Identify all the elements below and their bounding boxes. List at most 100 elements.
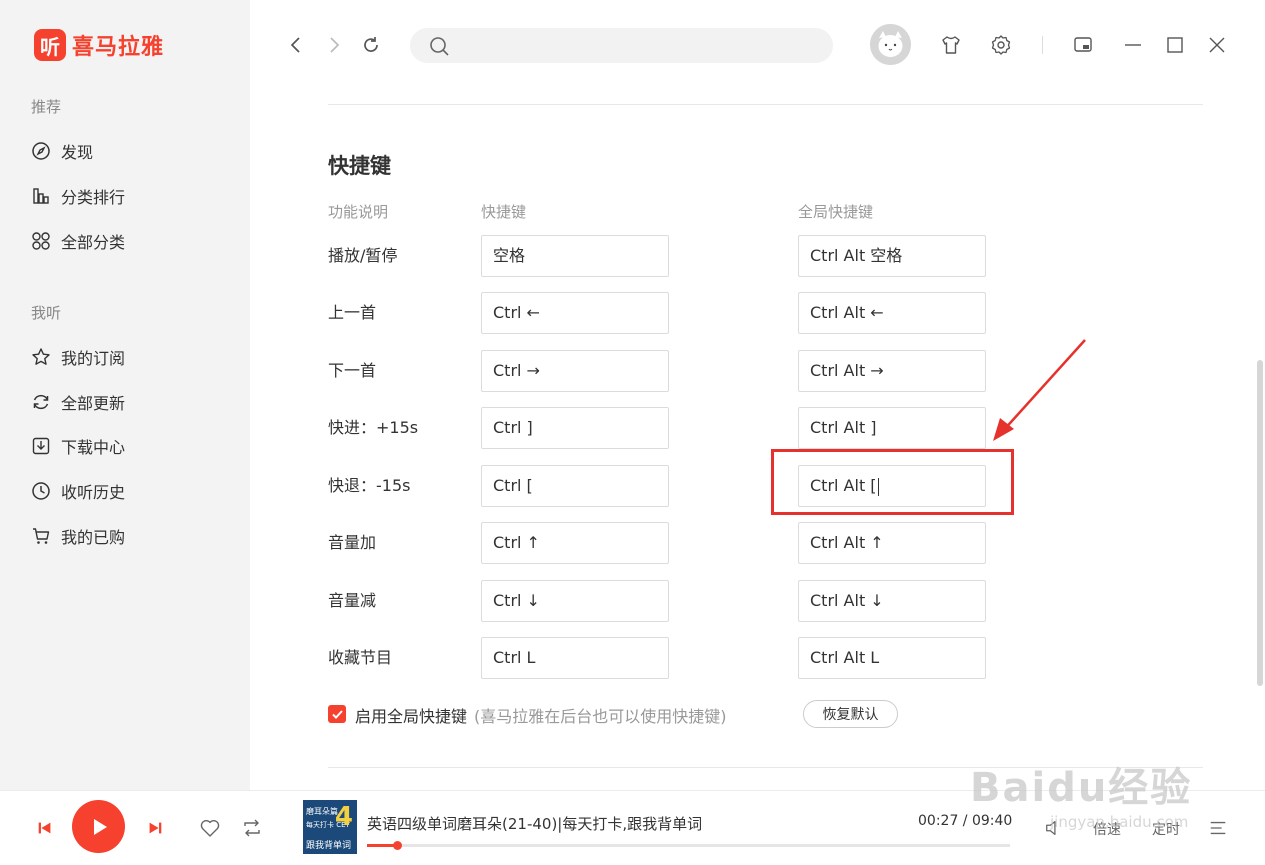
grid-icon	[31, 231, 51, 251]
star-icon	[31, 347, 51, 367]
sidebar-item-label: 我的订阅	[61, 349, 126, 368]
sidebar-item-label: 我的已购	[61, 528, 126, 547]
sidebar-item-label: 下载中心	[61, 438, 126, 457]
sidebar: 听 喜马拉雅 推荐 发现 分类排行 全部分类 我听 我的订阅 全部更新 下载中心…	[0, 0, 250, 790]
sleep-timer-button[interactable]: 定时	[1152, 819, 1180, 839]
shortcut-field-favorite[interactable]: Ctrl L	[481, 637, 669, 679]
global-shortcut-field-fast-forward[interactable]: Ctrl Alt ]	[798, 407, 986, 449]
reset-default-button[interactable]: 恢复默认	[803, 700, 898, 728]
logo-mark: 听	[34, 29, 66, 61]
progress-bar[interactable]	[367, 841, 1010, 850]
scrollbar-thumb[interactable]	[1257, 360, 1263, 686]
avatar[interactable]	[870, 24, 911, 65]
cart-icon	[31, 526, 51, 546]
sidebar-item-history[interactable]: 收听历史	[31, 479, 125, 503]
shortcut-label-volume-down: 音量减	[328, 591, 377, 610]
cover-number: 4	[334, 802, 353, 832]
progress-handle[interactable]	[393, 841, 403, 850]
col-head-shortcut: 快捷键	[481, 203, 527, 221]
settings-gear-icon[interactable]	[989, 33, 1013, 57]
section-mine: 我听	[31, 304, 62, 322]
shortcut-label-next: 下一首	[328, 361, 377, 380]
search-bar[interactable]	[410, 28, 833, 63]
play-button[interactable]	[72, 800, 125, 853]
shortcut-label-favorite: 收藏节目	[328, 648, 393, 667]
refresh-icon	[31, 392, 51, 412]
enable-global-shortcuts-hint: (喜马拉雅在后台也可以使用快捷键)	[474, 707, 727, 726]
shortcut-field-next[interactable]: Ctrl →	[481, 350, 669, 392]
shortcut-field-play-pause[interactable]: 空格	[481, 235, 669, 277]
shortcut-field-volume-down[interactable]: Ctrl ↓	[481, 580, 669, 622]
player-bar: 磨耳朵篇 每天打卡 CET 4 跟我背单词 英语四级单词磨耳朵(21-40)|每…	[0, 790, 1265, 865]
sidebar-item-all-categories[interactable]: 全部分类	[31, 229, 125, 253]
shortcut-field-rewind[interactable]: Ctrl [	[481, 465, 669, 507]
sidebar-item-discover[interactable]: 发现	[31, 139, 93, 163]
sidebar-item-updates[interactable]: 全部更新	[31, 390, 125, 414]
page-title: 快捷键	[328, 154, 391, 178]
playback-time: 00:27 / 09:40	[918, 813, 1013, 829]
global-shortcut-field-next[interactable]: Ctrl Alt →	[798, 350, 986, 392]
global-shortcut-field-volume-down[interactable]: Ctrl Alt ↓	[798, 580, 986, 622]
annotation-highlight-box	[771, 449, 1014, 515]
heart-icon[interactable]	[198, 816, 222, 840]
playlist-icon[interactable]	[1207, 817, 1229, 839]
minimize-icon[interactable]	[1121, 33, 1145, 57]
next-track-icon[interactable]	[144, 817, 166, 839]
sidebar-item-downloads[interactable]: 下载中心	[31, 434, 125, 458]
reload-icon[interactable]	[359, 33, 383, 57]
sidebar-item-label: 分类排行	[61, 188, 126, 207]
maximize-icon[interactable]	[1163, 33, 1187, 57]
app-logo[interactable]: 听 喜马拉雅	[34, 29, 164, 61]
shortcut-label-rewind: 快退：-15s	[328, 476, 411, 495]
sidebar-item-label: 全部更新	[61, 394, 126, 413]
compass-icon	[31, 141, 51, 161]
play-icon	[93, 818, 107, 835]
shortcut-field-volume-up[interactable]: Ctrl ↑	[481, 522, 669, 564]
bar-chart-icon	[31, 186, 51, 206]
col-head-global: 全局快捷键	[798, 203, 874, 221]
cover-text-3: 跟我背单词	[306, 841, 352, 851]
annotation-arrow-icon	[993, 339, 1086, 441]
playback-speed-button[interactable]: 倍速	[1093, 819, 1121, 839]
shortcut-field-previous[interactable]: Ctrl ←	[481, 292, 669, 334]
shortcut-field-fast-forward[interactable]: Ctrl ]	[481, 407, 669, 449]
album-cover[interactable]: 磨耳朵篇 每天打卡 CET 4 跟我背单词	[303, 800, 357, 854]
logo-text: 喜马拉雅	[72, 35, 165, 60]
global-shortcut-field-favorite[interactable]: Ctrl Alt L	[798, 637, 986, 679]
forward-icon[interactable]	[322, 33, 346, 57]
global-shortcut-field-play-pause[interactable]: Ctrl Alt 空格	[798, 235, 986, 277]
search-input[interactable]	[460, 28, 820, 63]
section-recommend: 推荐	[31, 98, 62, 116]
divider-top	[328, 104, 1203, 105]
shortcut-label-volume-up: 音量加	[328, 533, 377, 552]
volume-icon[interactable]	[1043, 817, 1065, 839]
sidebar-item-purchased[interactable]: 我的已购	[31, 524, 125, 548]
shortcut-label-fast-forward: 快进：+15s	[328, 418, 419, 437]
previous-track-icon[interactable]	[34, 817, 56, 839]
checkmark-icon	[331, 709, 343, 719]
sidebar-item-ranking[interactable]: 分类排行	[31, 184, 125, 208]
download-icon	[31, 436, 51, 456]
sidebar-item-subscriptions[interactable]: 我的订阅	[31, 345, 125, 369]
shortcut-label-previous: 上一首	[328, 303, 377, 322]
sidebar-item-label: 全部分类	[61, 233, 126, 252]
track-title[interactable]: 英语四级单词磨耳朵(21-40)|每天打卡,跟我背单词	[367, 813, 702, 834]
back-icon[interactable]	[284, 33, 308, 57]
clock-icon	[31, 481, 51, 501]
global-shortcut-field-volume-up[interactable]: Ctrl Alt ↑	[798, 522, 986, 564]
search-icon	[430, 37, 449, 56]
global-shortcut-field-previous[interactable]: Ctrl Alt ←	[798, 292, 986, 334]
enable-global-shortcuts-label[interactable]: 启用全局快捷键	[355, 703, 467, 727]
cover-text-1: 磨耳朵篇	[306, 807, 338, 816]
close-icon[interactable]	[1205, 33, 1229, 57]
sidebar-item-label: 发现	[61, 143, 94, 162]
skin-shirt-icon[interactable]	[939, 33, 963, 57]
col-head-function: 功能说明	[328, 203, 389, 221]
enable-global-shortcuts-checkbox[interactable]	[328, 705, 346, 723]
mini-mode-icon[interactable]	[1071, 33, 1095, 57]
loop-mode-icon[interactable]	[240, 816, 264, 840]
divider-bottom	[328, 767, 1203, 768]
toolbar-divider	[1042, 36, 1043, 54]
shortcut-label-play-pause: 播放/暂停	[328, 246, 398, 265]
sidebar-item-label: 收听历史	[61, 483, 126, 502]
